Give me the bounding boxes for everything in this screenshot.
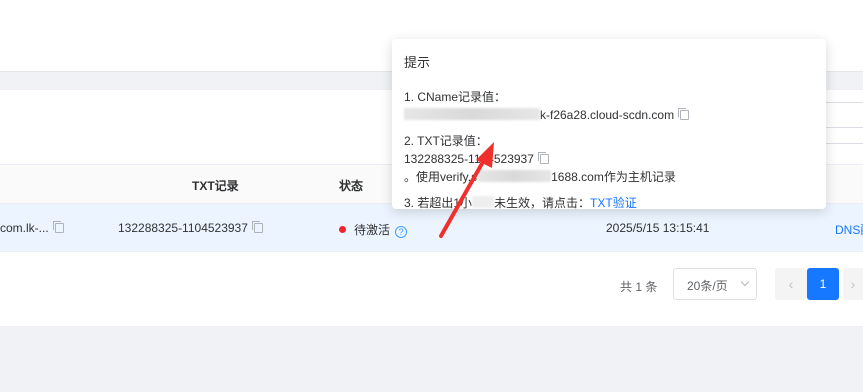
page-1-button[interactable]: 1 (807, 268, 839, 300)
column-header-status: 状态 (339, 179, 364, 193)
copy-icon[interactable] (251, 221, 263, 233)
copy-icon[interactable] (678, 108, 690, 120)
popover-line3: 3. 若超出1小 未生效，请点击：TXT验证 (404, 194, 814, 212)
popover-line2-hint: 。使用verify.s 1688.com作为主机记录 (404, 168, 814, 186)
txt-record-value: 132288325-1104523937 (404, 152, 534, 166)
next-page-button[interactable]: › (843, 268, 863, 300)
copy-icon[interactable] (537, 152, 549, 164)
redacted-region (477, 170, 552, 182)
column-header-txt: TXT记录 (192, 179, 239, 193)
page-size-value: 20条/页 (687, 279, 728, 293)
popover-title: 提示 (404, 55, 431, 70)
popover-line1-value: k-f26a28.cloud-scdn.com (404, 106, 814, 124)
chevron-down-icon (740, 277, 750, 287)
page-size-select[interactable]: 20条/页 (673, 268, 757, 300)
cname-cell: com.lk-... (0, 221, 64, 235)
page-bottom (0, 326, 863, 392)
status-text: 待激活 (354, 223, 391, 237)
dns-config-link[interactable]: DNS配 (835, 221, 863, 238)
copy-icon[interactable] (52, 221, 64, 233)
question-icon[interactable]: ? (395, 226, 408, 238)
tip-popover: 提示 1. CName记录值： k-f26a28.cloud-scdn.com … (392, 39, 826, 212)
created-time: 2025/5/15 13:15:41 (606, 221, 710, 235)
hint-suffix: 1688.com作为主机记录 (551, 170, 676, 184)
txt-cell: 132288325-1104523937 (118, 221, 263, 235)
line3-mid: 未生效，请点击： (494, 196, 591, 210)
redacted-region (404, 108, 540, 120)
txt-value: 132288325-1104523937 (118, 221, 248, 235)
txt-verify-link[interactable]: TXT验证 (590, 196, 637, 210)
cname-value: com.lk-... (0, 221, 49, 235)
status-cell: 待激活? (339, 221, 408, 238)
cname-tail: k-f26a28.cloud-scdn.com (540, 108, 675, 122)
popover-line2-value: 132288325-1104523937 (404, 150, 814, 168)
redacted-region (472, 196, 495, 208)
line3-prefix: 3. 若超出1小 (404, 196, 473, 210)
popover-line1-label: 1. CName记录值： (404, 90, 507, 104)
status-dot-icon (339, 226, 346, 233)
popover-line2-label: 2. TXT记录值： (404, 134, 488, 148)
filter-input[interactable] (823, 102, 863, 128)
pagination-total: 共 1 条 (620, 280, 658, 294)
prev-page-button[interactable]: ‹ (775, 268, 807, 300)
hint-prefix: 。使用verify.s (404, 170, 478, 184)
